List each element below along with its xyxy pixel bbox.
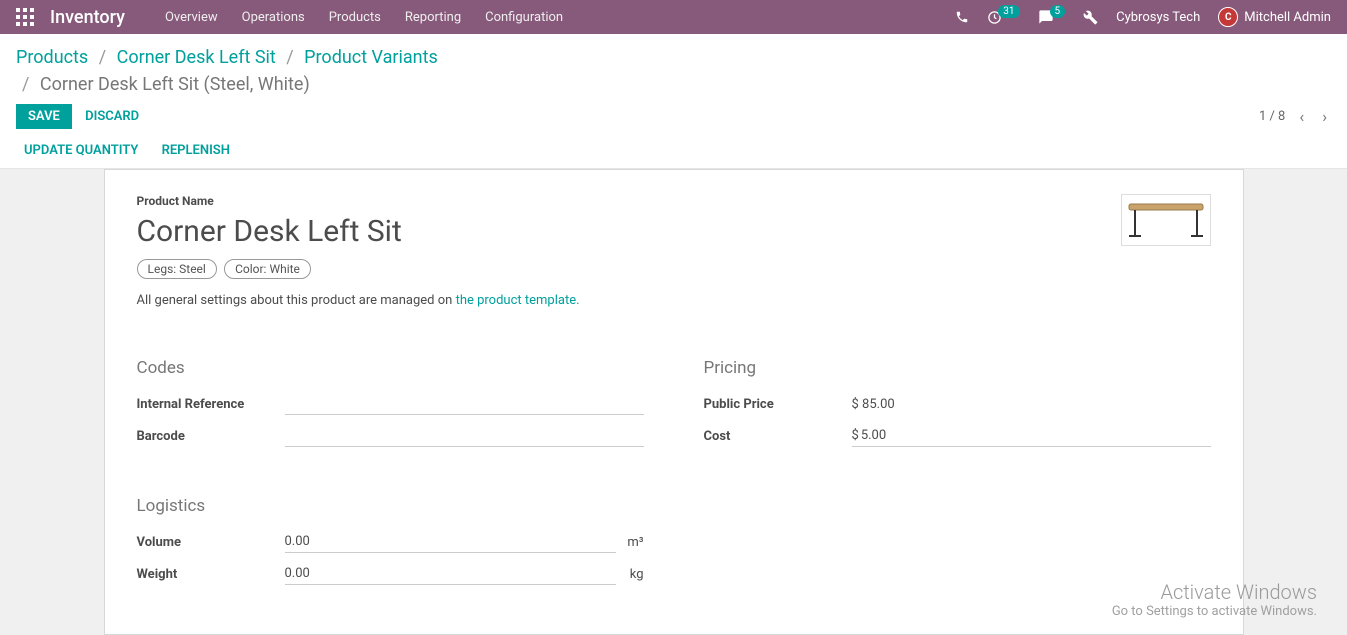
pager-text[interactable]: 1 / 8 [1259,109,1285,124]
activities-badge: 31 [998,5,1019,18]
internal-reference-input[interactable] [285,393,644,415]
navbar: Inventory Overview Operations Products R… [0,0,1347,34]
user-menu[interactable]: C Mitchell Admin [1218,7,1331,27]
app-brand[interactable]: Inventory [50,7,125,28]
volume-unit: m³ [622,535,644,550]
breadcrumb-variants[interactable]: Product Variants [304,47,438,68]
internal-reference-label: Internal Reference [137,397,285,412]
discard-button[interactable]: DISCARD [85,109,139,124]
breadcrumb-sep: / [99,47,106,68]
pager: 1 / 8 ‹ › [1259,107,1331,126]
barcode-label: Barcode [137,429,285,444]
weight-input[interactable] [285,563,616,585]
cost-input[interactable] [859,425,1211,446]
control-row: SAVE DISCARD 1 / 8 ‹ › [16,104,1331,129]
nav-menu: Overview Operations Products Reporting C… [165,10,955,25]
product-name-label: Product Name [137,194,1211,208]
cost-label: Cost [704,429,852,444]
weight-label: Weight [137,567,285,582]
action-row: UPDATE QUANTITY REPLENISH [16,139,1331,168]
breadcrumb-sep: / [286,47,293,68]
user-name: Mitchell Admin [1244,10,1331,25]
main: Product Name Corner Desk Left Sit Legs: … [0,169,1347,635]
breadcrumb-products[interactable]: Products [16,47,88,68]
nav-menu-configuration[interactable]: Configuration [485,10,563,25]
save-button[interactable]: SAVE [16,104,72,129]
nav-menu-overview[interactable]: Overview [165,10,218,25]
breadcrumb-current: Corner Desk Left Sit (Steel, White) [40,74,310,95]
activities-icon[interactable]: 31 [987,10,1019,25]
nav-menu-reporting[interactable]: Reporting [405,10,461,25]
breadcrumb: Products / Corner Desk Left Sit / Produc… [16,44,1331,98]
phone-icon[interactable] [955,10,969,24]
section-codes-title: Codes [137,358,644,378]
pager-next-icon[interactable]: › [1318,107,1331,126]
messages-icon[interactable]: 5 [1038,9,1066,25]
right-column: Pricing Public Price $ 85.00 Cost $ [704,358,1211,594]
apps-icon[interactable] [16,8,34,26]
info-text: All general settings about this product … [137,293,1211,308]
section-pricing-title: Pricing [704,358,1211,378]
update-quantity-button[interactable]: UPDATE QUANTITY [24,143,138,158]
tag-legs: Legs: Steel [137,259,217,279]
nav-menu-operations[interactable]: Operations [242,10,305,25]
user-avatar-icon: C [1218,7,1238,27]
volume-input[interactable] [285,531,616,553]
tag-color: Color: White [224,259,311,279]
section-logistics-title: Logistics [137,496,644,516]
company-switcher[interactable]: Cybrosys Tech [1116,10,1200,25]
public-price-label: Public Price [704,397,852,412]
breadcrumb-sep: / [22,74,29,95]
product-template-link[interactable]: the product template. [456,293,580,308]
form-sheet: Product Name Corner Desk Left Sit Legs: … [104,169,1244,635]
left-column: Codes Internal Reference Barcode Logisti… [137,358,644,594]
volume-label: Volume [137,535,285,550]
control-panel: Products / Corner Desk Left Sit / Produc… [0,34,1347,169]
nav-right: 31 5 Cybrosys Tech C Mitchell Admin [955,7,1331,27]
messages-badge: 5 [1050,5,1066,18]
info-prefix: All general settings about this product … [137,293,456,308]
breadcrumb-template[interactable]: Corner Desk Left Sit [117,47,276,68]
variant-tags: Legs: Steel Color: White [137,259,1211,279]
tools-icon[interactable] [1083,10,1098,25]
public-price-value: $ 85.00 [852,397,1211,412]
replenish-button[interactable]: REPLENISH [162,143,230,158]
product-image[interactable] [1121,194,1211,246]
barcode-input[interactable] [285,425,644,447]
pager-prev-icon[interactable]: ‹ [1295,107,1308,126]
nav-menu-products[interactable]: Products [329,10,381,25]
product-name: Corner Desk Left Sit [137,214,1211,249]
cost-prefix: $ [852,428,859,443]
weight-unit: kg [622,567,644,582]
